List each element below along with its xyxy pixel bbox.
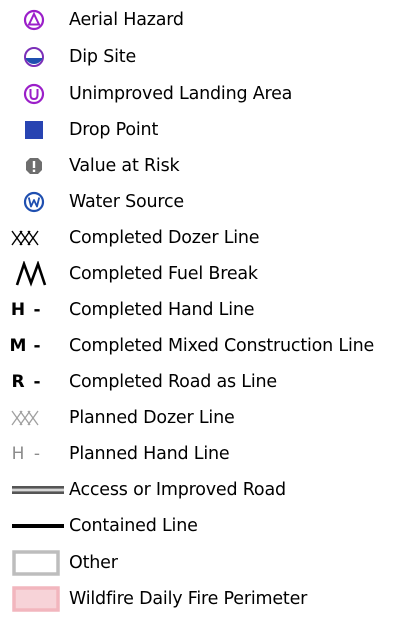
planned-dozer-line-icon (8, 400, 62, 436)
legend-item-value-at-risk: Value at Risk (0, 148, 396, 184)
legend-item-label: Contained Line (69, 516, 198, 536)
legend-item-completed-dozer-line: Completed Dozer Line (0, 220, 396, 256)
legend-item-dip-site: Dip Site (0, 39, 396, 75)
legend-item-drop-point: Drop Point (0, 112, 396, 148)
legend-item-label: Other (69, 553, 118, 573)
aerial-hazard-icon (8, 2, 60, 38)
legend-item-label: Wildfire Daily Fire Perimeter (69, 589, 308, 609)
completed-dozer-line-icon (8, 220, 62, 256)
completed-mixed-construction-line-icon: M - (8, 328, 60, 364)
legend-item-aerial-hazard: Aerial Hazard (0, 2, 396, 38)
legend-item-planned-hand-line: H - Planned Hand Line (0, 436, 396, 472)
legend-item-label: Water Source (69, 192, 184, 212)
legend-item-label: Completed Road as Line (69, 372, 277, 392)
legend-item-label: Access or Improved Road (69, 480, 286, 500)
hand-line-letter: H (10, 300, 26, 320)
legend-item-wildfire-daily-fire-perimeter: Wildfire Daily Fire Perimeter (0, 581, 396, 617)
contained-line-icon (8, 508, 64, 544)
legend-item-label: Planned Dozer Line (69, 408, 235, 428)
legend-item-label: Planned Hand Line (69, 444, 230, 464)
value-at-risk-icon (8, 148, 60, 184)
completed-fuel-break-icon (8, 256, 66, 292)
hand-line-dash: - (33, 300, 41, 320)
legend-item-contained-line: Contained Line (0, 508, 396, 544)
map-legend: Aerial Hazard Dip Site Unimproved Landin… (0, 0, 396, 614)
dip-site-icon (8, 39, 60, 75)
completed-road-as-line-icon: R - (8, 364, 60, 400)
other-icon (8, 545, 64, 581)
legend-item-label: Dip Site (69, 47, 137, 67)
road-line-letter: R (11, 372, 25, 392)
legend-item-access-or-improved-road: Access or Improved Road (0, 472, 396, 508)
legend-item-label: Completed Hand Line (69, 300, 255, 320)
planned-hand-line-letter: H (11, 444, 25, 464)
planned-hand-line-dash: - (33, 444, 41, 464)
mixed-line-dash: - (33, 336, 41, 356)
legend-item-label: Aerial Hazard (69, 10, 184, 30)
planned-hand-line-icon: H - (8, 436, 60, 472)
drop-point-icon (8, 112, 60, 148)
legend-item-completed-hand-line: H - Completed Hand Line (0, 292, 396, 328)
legend-item-water-source: Water Source (0, 184, 396, 220)
legend-item-planned-dozer-line: Planned Dozer Line (0, 400, 396, 436)
unimproved-landing-area-icon (8, 76, 60, 112)
legend-item-completed-road-as-line: R - Completed Road as Line (0, 364, 396, 400)
water-source-icon (8, 184, 60, 220)
legend-item-label: Completed Fuel Break (69, 264, 258, 284)
road-line-dash: - (33, 372, 41, 392)
legend-item-label: Completed Dozer Line (69, 228, 260, 248)
legend-item-label: Drop Point (69, 120, 159, 140)
legend-item-other: Other (0, 545, 396, 581)
mixed-line-letter: M (9, 336, 27, 356)
legend-item-completed-mixed-construction-line: M - Completed Mixed Construction Line (0, 328, 396, 364)
wildfire-daily-fire-perimeter-icon (8, 581, 64, 617)
legend-item-completed-fuel-break: Completed Fuel Break (0, 256, 396, 292)
access-or-improved-road-icon (8, 472, 64, 508)
legend-item-unimproved-landing-area: Unimproved Landing Area (0, 76, 396, 112)
legend-item-label: Completed Mixed Construction Line (69, 336, 375, 356)
completed-hand-line-icon: H - (8, 292, 60, 328)
legend-item-label: Value at Risk (69, 156, 180, 176)
legend-item-label: Unimproved Landing Area (69, 84, 293, 104)
